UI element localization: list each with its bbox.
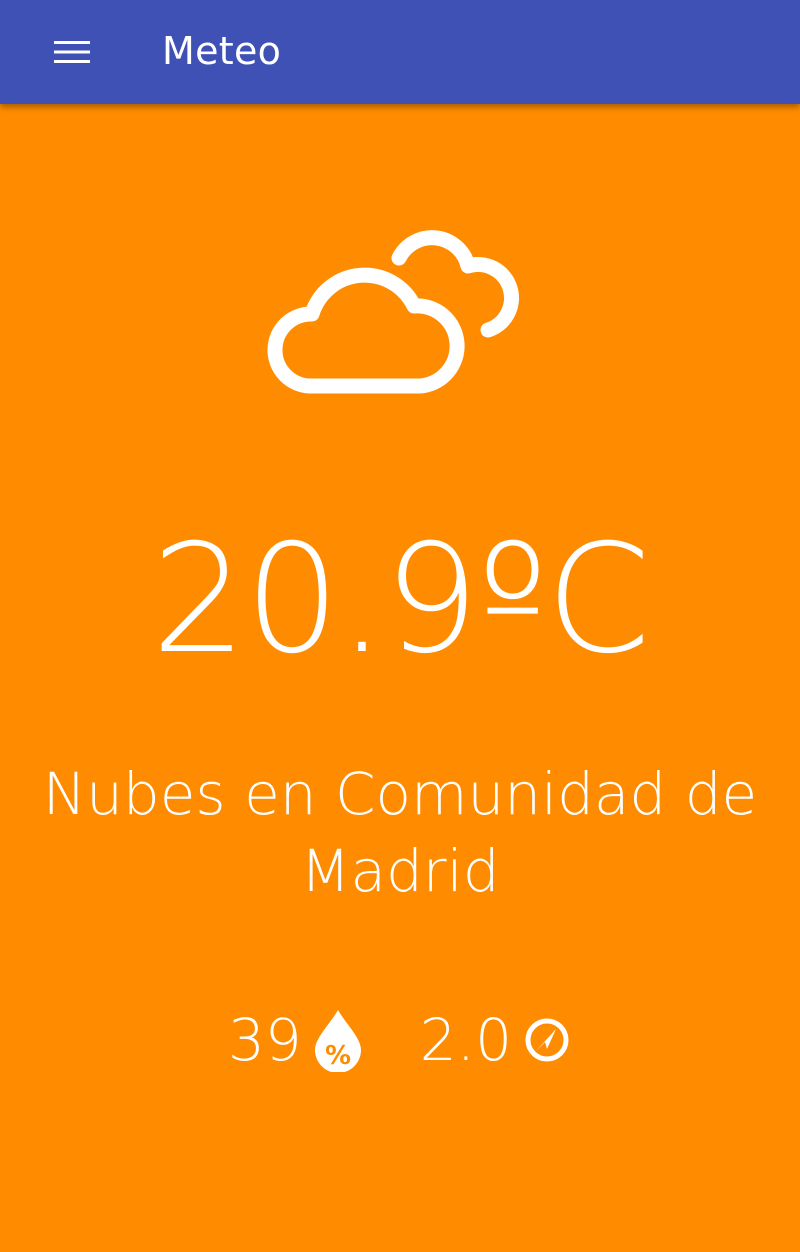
wind-direction-icon (525, 1018, 569, 1062)
humidity-percent-icon: % (314, 1010, 361, 1072)
svg-text:%: % (325, 1041, 351, 1071)
menu-button[interactable] (40, 22, 104, 82)
weather-description: Nubes en Comunidad de Madrid (42, 760, 758, 905)
wind-stat: 2.0 (420, 1005, 572, 1075)
menu-icon (54, 41, 90, 63)
app-title: Meteo (162, 29, 282, 73)
weather-screen: Meteo 20.9ºC Nubes en Comunidad de Madri… (0, 0, 800, 1252)
app-bar: Meteo (0, 0, 800, 104)
weather-stats: 39 % 2.0 (0, 1000, 800, 1080)
humidity-value: 39 (227, 1006, 302, 1074)
cloudy-icon (267, 230, 520, 394)
humidity-stat: 39 % (228, 1005, 364, 1075)
temperature: 20.9ºC (151, 513, 650, 687)
wind-value: 2.0 (419, 1006, 513, 1074)
